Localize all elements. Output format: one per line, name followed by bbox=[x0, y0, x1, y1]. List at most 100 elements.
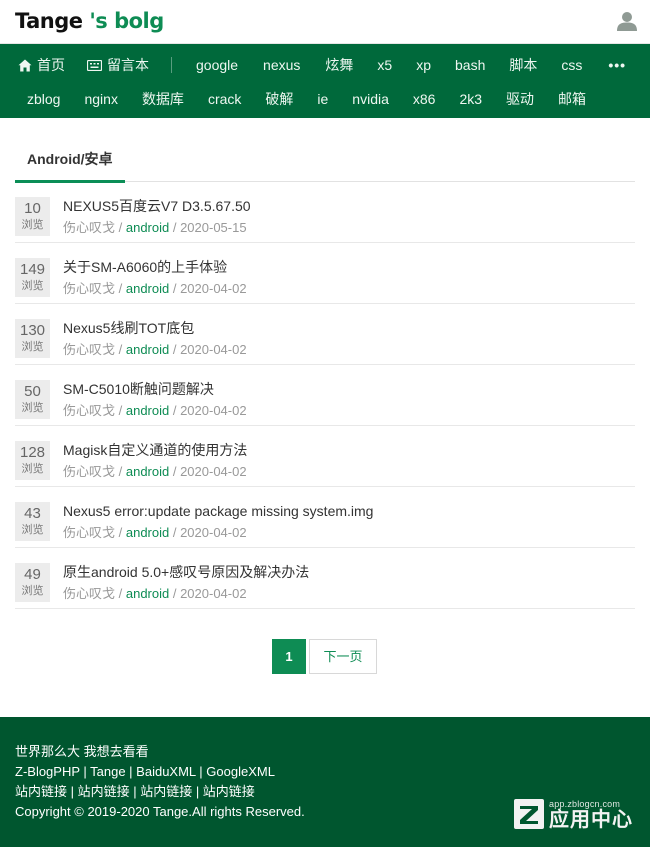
meta-separator: / bbox=[115, 586, 126, 601]
post-title-link[interactable]: Nexus5线刷TOT底包 bbox=[63, 319, 194, 337]
nav-item-2k3[interactable]: 2k3 bbox=[459, 91, 482, 107]
view-count-label: 浏览 bbox=[21, 585, 44, 597]
post-list: 10 浏览 NEXUS5百度云V7 D3.5.67.50 伤心叹戈 / android… bbox=[15, 182, 635, 609]
nav-item-database[interactable]: 数据库 bbox=[142, 89, 184, 109]
nav-item-x86[interactable]: x86 bbox=[413, 91, 436, 107]
post-item: 130 浏览 Nexus5线刷TOT底包 伤心叹戈 / android / 2020-… bbox=[15, 304, 635, 365]
post-meta: 伤心叹戈 / android / 2020-04-02 bbox=[63, 341, 247, 359]
user-icon[interactable] bbox=[616, 10, 638, 32]
nav-item-xp[interactable]: xp bbox=[416, 57, 431, 73]
post-author[interactable]: 伤心叹戈 bbox=[63, 342, 115, 357]
logo-text-accent: 's bolg bbox=[82, 9, 164, 33]
logo-text-primary: Tange bbox=[15, 9, 83, 33]
meta-separator: / bbox=[169, 403, 181, 418]
home-icon bbox=[18, 59, 32, 71]
meta-separator: / bbox=[169, 464, 181, 479]
post-category-link[interactable]: android bbox=[126, 281, 169, 296]
nav-divider bbox=[171, 57, 172, 73]
meta-separator: / bbox=[115, 464, 126, 479]
view-count: 10 bbox=[24, 200, 41, 217]
view-count: 128 bbox=[19, 444, 46, 461]
category-tabs: Android/安卓 bbox=[15, 118, 635, 183]
post-title-link[interactable]: 原生android 5.0+感叹号原因及解决办法 bbox=[63, 563, 309, 581]
post-author[interactable]: 伤心叹戈 bbox=[63, 464, 115, 479]
post-category-link[interactable]: android bbox=[126, 586, 169, 601]
nav-item-nginx[interactable]: nginx bbox=[84, 91, 117, 107]
footer-slogan: 世界那么大 我想去看看 bbox=[15, 744, 149, 759]
post-item: 10 浏览 NEXUS5百度云V7 D3.5.67.50 伤心叹戈 / android… bbox=[15, 182, 635, 243]
view-count-label: 浏览 bbox=[21, 341, 44, 353]
post-date: 2020-04-02 bbox=[180, 464, 247, 479]
nav-item-driver[interactable]: 驱动 bbox=[506, 89, 534, 109]
post-title-link[interactable]: NEXUS5百度云V7 D3.5.67.50 bbox=[63, 197, 251, 215]
post-date: 2020-04-02 bbox=[180, 525, 247, 540]
post-category-link[interactable]: android bbox=[126, 220, 169, 235]
post-category-link[interactable]: android bbox=[126, 525, 169, 540]
nav-item-xuanwu[interactable]: 炫舞 bbox=[325, 55, 353, 75]
post-author[interactable]: 伤心叹戈 bbox=[63, 281, 115, 296]
nav-item-mail[interactable]: 邮箱 bbox=[558, 89, 586, 109]
nav-item-css[interactable]: css bbox=[561, 57, 582, 73]
post-title-link[interactable]: 关于SM-A6060的上手体验 bbox=[63, 258, 227, 276]
meta-separator: / bbox=[169, 586, 181, 601]
keyboard-icon bbox=[87, 59, 102, 71]
post-title-link[interactable]: Nexus5 error:update package missing syst… bbox=[63, 502, 373, 520]
nav-item-nvidia[interactable]: nvidia bbox=[352, 91, 389, 107]
view-count-label: 浏览 bbox=[21, 219, 44, 231]
post-author[interactable]: 伤心叹戈 bbox=[63, 586, 115, 601]
view-count-badge: 128 浏览 bbox=[15, 441, 50, 480]
next-page-button[interactable]: 下一页 bbox=[309, 639, 377, 674]
post-date: 2020-04-02 bbox=[180, 281, 247, 296]
post-date: 2020-04-02 bbox=[180, 586, 247, 601]
main-content: Android/安卓 10 浏览 NEXUS5百度云V7 D3.5.67.50 伤心叹… bbox=[0, 118, 650, 713]
nav-item-bash[interactable]: bash bbox=[455, 57, 485, 73]
meta-separator: / bbox=[169, 525, 181, 540]
nav-item-pojie[interactable]: 破解 bbox=[265, 89, 293, 109]
post-category-link[interactable]: android bbox=[126, 464, 169, 479]
nav-item-home[interactable]: 首页 bbox=[18, 55, 65, 75]
pagination: 1 下一页 bbox=[15, 609, 635, 713]
nav-item-zblog[interactable]: zblog bbox=[27, 91, 60, 107]
page-current[interactable]: 1 bbox=[272, 639, 306, 674]
nav-label: 首页 bbox=[37, 57, 65, 73]
nav-item-google[interactable]: google bbox=[196, 57, 238, 73]
post-title-link[interactable]: SM-C5010断触问题解决 bbox=[63, 380, 214, 398]
post-category-link[interactable]: android bbox=[126, 403, 169, 418]
meta-separator: / bbox=[169, 281, 181, 296]
nav-item-x5[interactable]: x5 bbox=[377, 57, 392, 73]
nav-item-ie[interactable]: ie bbox=[317, 91, 328, 107]
post-item: 43 浏览 Nexus5 error:update package missing … bbox=[15, 487, 635, 548]
nav-row-2: zblog nginx 数据库 crack 破解 ie nvidia x86 2… bbox=[0, 84, 650, 114]
nav-item-nexus[interactable]: nexus bbox=[263, 57, 300, 73]
nav-item-script[interactable]: 脚本 bbox=[509, 55, 537, 75]
post-author[interactable]: 伤心叹戈 bbox=[63, 403, 115, 418]
post-date: 2020-04-02 bbox=[180, 342, 247, 357]
site-header: Tange 's bolg bbox=[0, 0, 650, 44]
post-meta: 伤心叹戈 / android / 2020-04-02 bbox=[63, 463, 247, 481]
site-logo[interactable]: Tange 's bolg bbox=[15, 8, 164, 34]
post-title-link[interactable]: Magisk自定义通道的使用方法 bbox=[63, 441, 247, 459]
view-count: 149 bbox=[19, 261, 46, 278]
nav-label: 留言本 bbox=[107, 57, 149, 73]
post-category-link[interactable]: android bbox=[126, 342, 169, 357]
post-author[interactable]: 伤心叹戈 bbox=[63, 220, 115, 235]
post-meta: 伤心叹戈 / android / 2020-04-02 bbox=[63, 280, 247, 298]
site-footer: 世界那么大 我想去看看 Z-BlogPHP | Tange | BaiduXML… bbox=[0, 717, 650, 847]
post-date: 2020-05-15 bbox=[180, 220, 247, 235]
view-count-badge: 43 浏览 bbox=[15, 502, 50, 541]
post-item: 128 浏览 Magisk自定义通道的使用方法 伤心叹戈 / android / 20… bbox=[15, 426, 635, 487]
post-meta: 伤心叹戈 / android / 2020-05-15 bbox=[63, 219, 247, 237]
post-meta: 伤心叹戈 / android / 2020-04-02 bbox=[63, 402, 247, 420]
tab-android[interactable]: Android/安卓 bbox=[15, 118, 125, 183]
zblog-logo-icon bbox=[514, 799, 544, 829]
meta-separator: / bbox=[115, 403, 126, 418]
more-icon[interactable]: ••• bbox=[608, 57, 626, 73]
nav-item-guestbook[interactable]: 留言本 bbox=[87, 55, 149, 75]
meta-separator: / bbox=[115, 342, 126, 357]
nav-item-crack[interactable]: crack bbox=[208, 91, 241, 107]
view-count-badge: 50 浏览 bbox=[15, 380, 50, 419]
post-meta: 伤心叹戈 / android / 2020-04-02 bbox=[63, 585, 247, 603]
post-author[interactable]: 伤心叹戈 bbox=[63, 525, 115, 540]
watermark-url: app.zblogcn.com bbox=[549, 799, 621, 809]
footer-links[interactable]: Z-BlogPHP | Tange | BaiduXML | GoogleXML bbox=[15, 762, 635, 782]
